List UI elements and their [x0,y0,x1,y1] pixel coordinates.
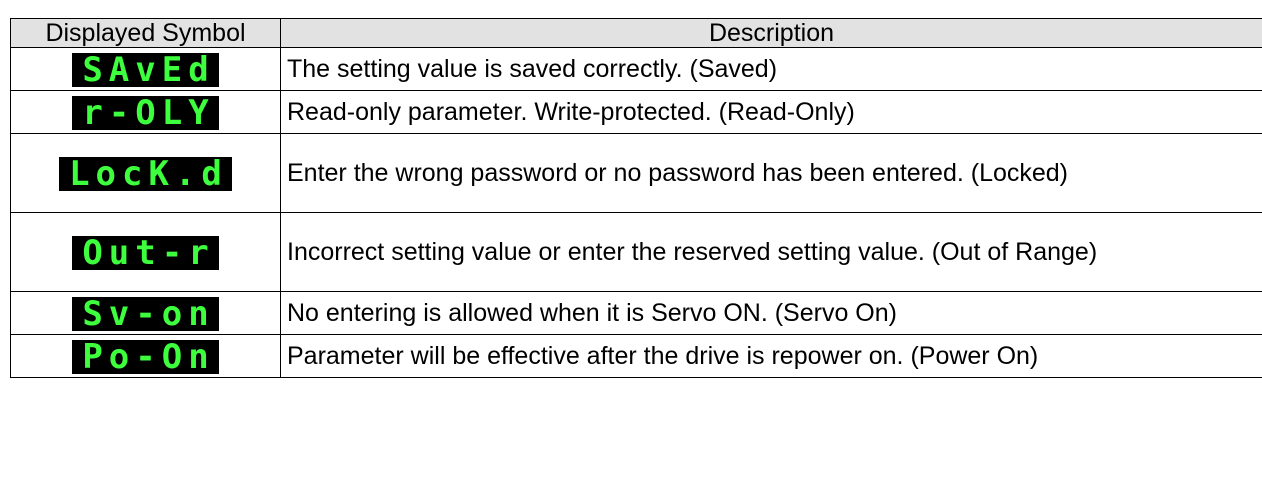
table-row: Out-r Incorrect setting value or enter t… [10,212,1262,292]
table-header-row: Displayed Symbol Description [10,18,1262,48]
description-cell: The setting value is saved correctly. (S… [280,47,1262,91]
symbol-cell: Sv-on [10,291,281,335]
table-row: LocK.d Enter the wrong password or no pa… [10,133,1262,213]
description-text: No entering is allowed when it is Servo … [287,298,897,327]
seven-segment-display: Sv-on [72,296,219,331]
symbol-cell: Po-On [10,334,281,378]
description-text: Read-only parameter. Write-protected. (R… [287,97,855,126]
display-symbol-table: Displayed Symbol Description SAvEd The s… [10,18,1262,378]
table-row: Po-On Parameter will be effective after … [10,334,1262,378]
description-text: The setting value is saved correctly. (S… [287,54,778,83]
seven-segment-display: Out-r [72,235,219,270]
description-text: Parameter will be effective after the dr… [287,341,1039,370]
seven-segment-display: SAvEd [72,52,219,87]
table-row: Sv-on No entering is allowed when it is … [10,291,1262,335]
seven-segment-display: Po-On [72,339,219,374]
table-row: SAvEd The setting value is saved correct… [10,47,1262,91]
symbol-cell: r-OLY [10,90,281,134]
header-description: Description [280,18,1262,48]
description-cell: Read-only parameter. Write-protected. (R… [280,90,1262,134]
description-cell: No entering is allowed when it is Servo … [280,291,1262,335]
description-text: Enter the wrong password or no password … [287,158,1069,187]
description-cell: Enter the wrong password or no password … [280,133,1262,213]
description-cell: Incorrect setting value or enter the res… [280,212,1262,292]
seven-segment-display: LocK.d [59,156,232,191]
seven-segment-display: r-OLY [72,95,219,130]
table-row: r-OLY Read-only parameter. Write-protect… [10,90,1262,134]
symbol-cell: Out-r [10,212,281,292]
symbol-cell: SAvEd [10,47,281,91]
symbol-cell: LocK.d [10,133,281,213]
header-displayed-symbol: Displayed Symbol [10,18,281,48]
description-text: Incorrect setting value or enter the res… [287,237,1098,266]
description-cell: Parameter will be effective after the dr… [280,334,1262,378]
